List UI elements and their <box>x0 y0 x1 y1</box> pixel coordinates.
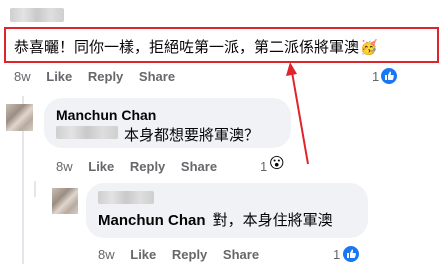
reply-text: 本身都想要將軍澳？ <box>124 127 260 144</box>
reply-text-line: Manchun Chan 對，本身住將軍澳 <box>98 209 333 230</box>
reply-button[interactable]: Reply <box>88 69 123 84</box>
reaction-count[interactable]: 1 <box>333 247 340 262</box>
like-button[interactable]: Like <box>88 159 114 174</box>
redacted-author-name <box>10 8 64 22</box>
avatar[interactable] <box>6 104 33 131</box>
reply-text: 對，本身住將軍澳 <box>212 212 333 229</box>
redacted-mention <box>56 126 118 139</box>
comment-actions: 8w Like Reply Share <box>14 69 175 84</box>
comment-time[interactable]: 8w <box>14 69 31 84</box>
share-button[interactable]: Share <box>223 247 259 262</box>
wow-reaction-icon: 😮 <box>269 155 285 172</box>
like-button[interactable]: Like <box>130 247 156 262</box>
reply-actions: 8w Like Reply Share <box>98 247 259 262</box>
mention-author[interactable]: Manchun Chan <box>98 212 206 229</box>
reaction-count[interactable]: 1 <box>260 159 267 174</box>
reply-button[interactable]: Reply <box>130 159 165 174</box>
reply-actions: 8w Like Reply Share <box>56 159 217 174</box>
like-reaction-icon <box>379 66 399 86</box>
reply-button[interactable]: Reply <box>172 247 207 262</box>
comment-text-body: 恭喜曬！同你一樣，拒絕咗第一派，第二派係將軍澳 <box>14 39 360 56</box>
share-button[interactable]: Share <box>181 159 217 174</box>
reply-time[interactable]: 8w <box>98 247 115 262</box>
comment-text: 恭喜曬！同你一樣，拒絕咗第一派，第二派係將軍澳🥳 <box>14 36 377 57</box>
reply-time[interactable]: 8w <box>56 159 73 174</box>
like-button[interactable]: Like <box>46 69 72 84</box>
share-button[interactable]: Share <box>139 69 175 84</box>
reply-author[interactable]: Manchun Chan <box>56 107 156 123</box>
like-reaction-icon <box>341 244 361 264</box>
redacted-author-name <box>98 191 154 204</box>
nested-thread-line <box>34 181 36 197</box>
avatar[interactable] <box>52 188 78 214</box>
party-face-emoji: 🥳 <box>360 39 378 55</box>
